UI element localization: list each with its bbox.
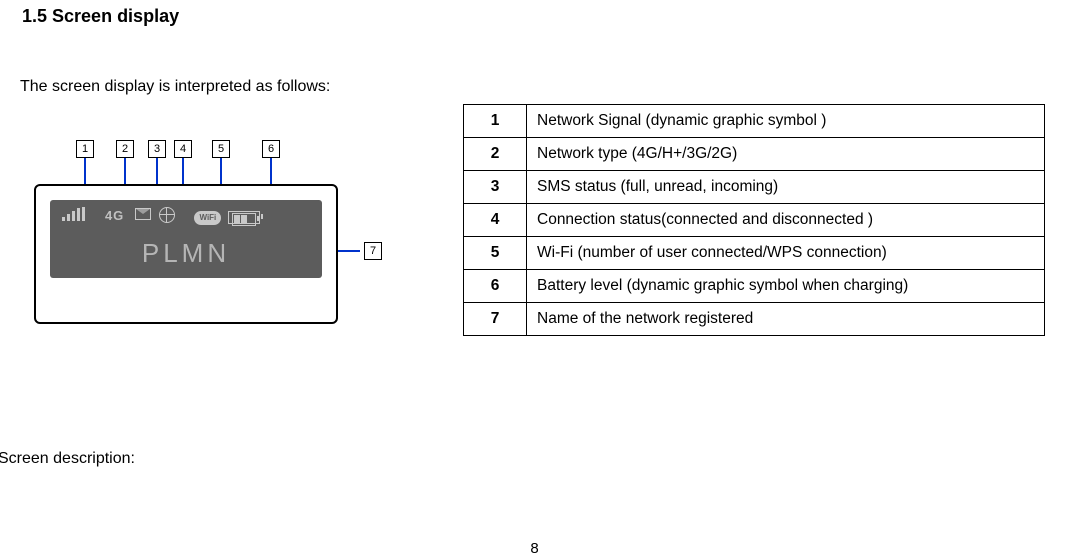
cell-desc: Wi-Fi (number of user connected/WPS conn…: [527, 237, 1045, 270]
intro-text: The screen display is interpreted as fol…: [20, 78, 330, 96]
cell-desc: Connection status(connected and disconne…: [527, 204, 1045, 237]
callout-label-6: 6: [262, 140, 280, 158]
cell-num: 4: [464, 204, 527, 237]
cell-num: 5: [464, 237, 527, 270]
cell-desc: Battery level (dynamic graphic symbol wh…: [527, 270, 1045, 303]
section-title: 1.5 Screen display: [22, 6, 179, 27]
callout-label-5: 5: [212, 140, 230, 158]
sms-icon: [133, 207, 153, 225]
network-type-text: 4G: [101, 207, 129, 225]
wifi-icon: WiFi: [192, 207, 224, 225]
table-row: 1Network Signal (dynamic graphic symbol …: [464, 105, 1045, 138]
callout-label-3: 3: [148, 140, 166, 158]
connection-icon: [157, 207, 177, 225]
legend-table: 1Network Signal (dynamic graphic symbol …: [463, 104, 1045, 336]
cell-desc: Network Signal (dynamic graphic symbol ): [527, 105, 1045, 138]
signal-icon: [60, 207, 86, 225]
device-screen: 4G WiFi PLMN: [50, 200, 322, 278]
battery-icon: [228, 211, 260, 224]
callout-label-2: 2: [116, 140, 134, 158]
device-diagram: 1 2 3 4 5 6 7 4G WiFi: [34, 130, 394, 340]
cell-num: 3: [464, 171, 527, 204]
callout-label-4: 4: [174, 140, 192, 158]
cell-num: 1: [464, 105, 527, 138]
cell-num: 6: [464, 270, 527, 303]
table-row: 3SMS status (full, unread, incoming): [464, 171, 1045, 204]
table-row: 5Wi-Fi (number of user connected/WPS con…: [464, 237, 1045, 270]
cell-desc: Network type (4G/H+/3G/2G): [527, 138, 1045, 171]
table-row: 4Connection status(connected and disconn…: [464, 204, 1045, 237]
device-outline: 4G WiFi PLMN: [34, 184, 338, 324]
page-number: 8: [0, 540, 1069, 557]
cell-num: 2: [464, 138, 527, 171]
cell-desc: SMS status (full, unread, incoming): [527, 171, 1045, 204]
table-row: 6Battery level (dynamic graphic symbol w…: [464, 270, 1045, 303]
callout-label-1: 1: [76, 140, 94, 158]
page: 1.5 Screen display The screen display is…: [0, 0, 1069, 558]
callout-label-7: 7: [364, 242, 382, 260]
screen-description-heading: Screen description:: [0, 450, 135, 468]
plmn-text: PLMN: [50, 238, 322, 269]
status-bar: 4G WiFi: [60, 207, 312, 227]
cell-desc: Name of the network registered: [527, 303, 1045, 336]
table-row: 2Network type (4G/H+/3G/2G): [464, 138, 1045, 171]
cell-num: 7: [464, 303, 527, 336]
table-row: 7Name of the network registered: [464, 303, 1045, 336]
